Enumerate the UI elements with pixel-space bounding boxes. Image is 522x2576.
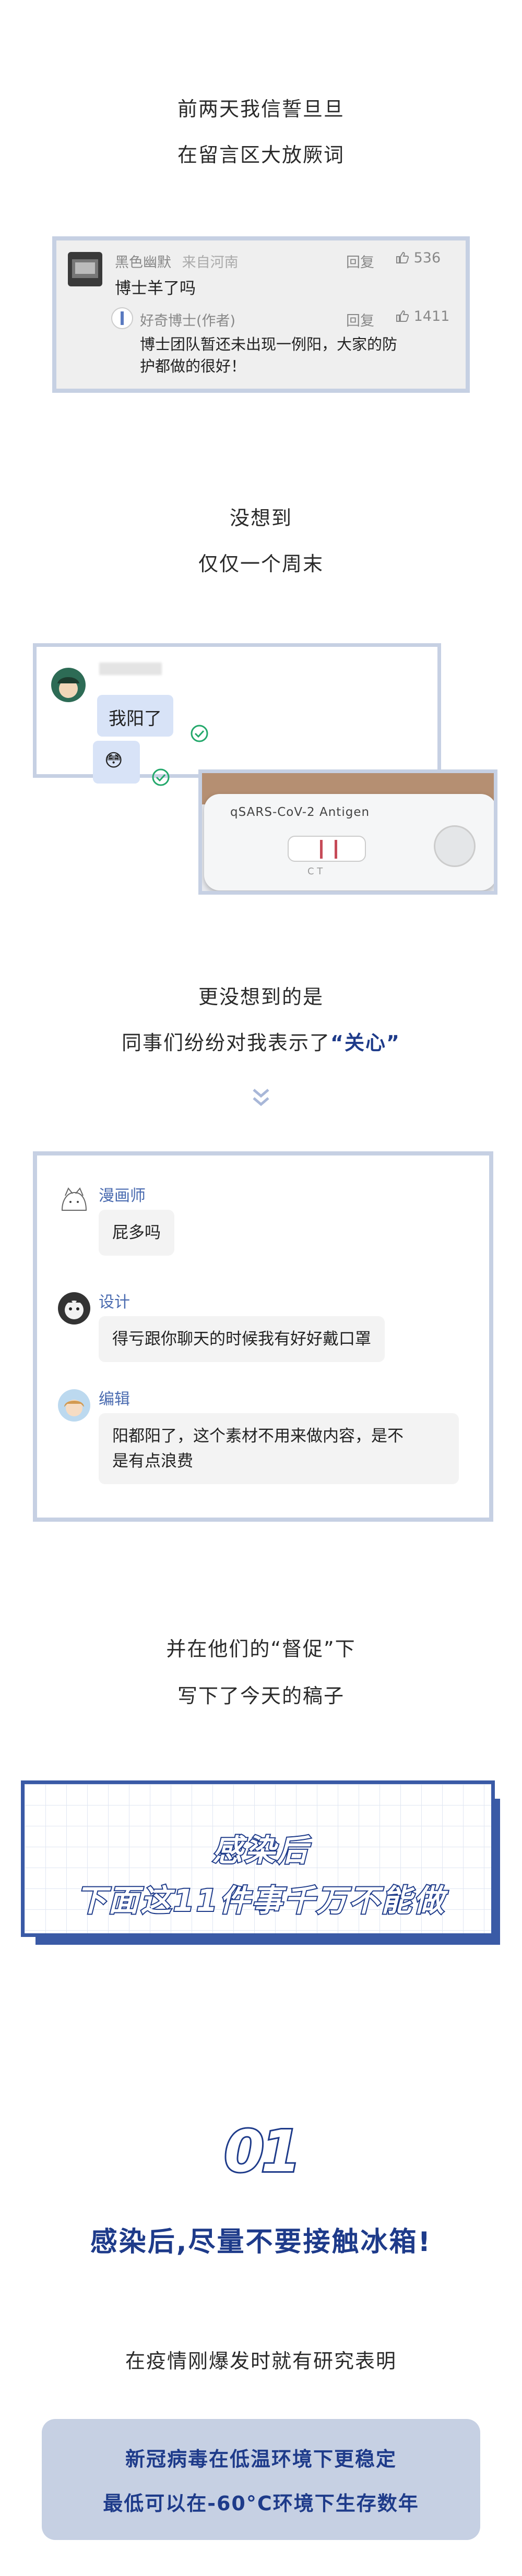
test-marks: C T: [307, 866, 323, 877]
mid1-line-2: 仅仅一个周末: [198, 552, 324, 575]
emoji-bubble: 😳: [93, 741, 140, 784]
member-name-3: 编辑: [99, 1390, 130, 1409]
mid2-line-1: 更没想到的是: [198, 985, 324, 1008]
section-title: 感染后,尽量不要接触冰箱!: [90, 2226, 432, 2258]
chevron-down-icon: [252, 1088, 270, 1109]
message-1: 屁多吗: [99, 1210, 174, 1256]
reply-like-count: 1411: [413, 308, 450, 324]
thumbs-up-icon: [396, 310, 409, 322]
banner-line-1: 感染后: [211, 1832, 310, 1869]
blurred-name: [99, 663, 162, 675]
reply-username: 好奇博士(作者): [140, 313, 236, 329]
mid2-highlight: “关心”: [330, 1031, 400, 1054]
like-button[interactable]: 536: [396, 250, 441, 266]
girl-avatar: [58, 1389, 90, 1422]
intro-line-2: 在留言区大放厥词: [177, 143, 345, 166]
intro-line-1: 前两天我信誓旦旦: [177, 98, 345, 121]
test-label: qSARS-CoV-2 Antigen: [230, 805, 370, 819]
thumbs-up-icon: [396, 251, 409, 263]
reply-text-line-1: 博士团队暂还未出现一例阳，大家的防: [140, 335, 398, 353]
section-lead: 在疫情刚爆发时就有研究表明: [125, 2350, 397, 2373]
highlight-note-box: [42, 2419, 480, 2540]
cat-avatar: [58, 1184, 90, 1217]
author-avatar: [111, 307, 133, 329]
reply-like-button[interactable]: 1411: [396, 308, 449, 324]
user-avatar: [68, 252, 102, 286]
note-line-2: 最低可以在-60°C环境下生存数年: [103, 2492, 419, 2515]
cat-avatar: [58, 1292, 90, 1325]
mid2-line-2: 同事们纷纷对我表示了“关心”: [0, 1027, 522, 1055]
note-line-1: 新冠病毒在低温环境下更稳定: [125, 2448, 397, 2471]
message-3: 阳都阳了，这个素材不用来做内容，是不 是有点浪费: [99, 1413, 459, 1485]
member-name-1: 漫画师: [99, 1187, 146, 1205]
mid2-prefix: 同事们纷纷对我表示了: [122, 1031, 331, 1054]
check-icon: [190, 724, 209, 743]
reply-button[interactable]: 回复: [346, 251, 374, 271]
mid3-line-2: 写下了今天的稿子: [177, 1684, 345, 1707]
message-3-line-2: 是有点浪费: [112, 1452, 193, 1471]
message-bubble: 我阳了: [97, 695, 173, 737]
comment-text: 博士羊了吗: [115, 279, 196, 298]
like-count: 536: [413, 250, 441, 266]
mid1-line-1: 没想到: [229, 507, 292, 529]
banner-line-2: 下面这11件事千万不能做: [75, 1882, 446, 1919]
group-chat-screenshot: 漫画师 屁多吗 设计 得亏跟你聊天的时候我有好好戴口罩 编辑 阳都阳了，这个素材…: [33, 1151, 493, 1522]
mid3-line-1: 并在他们的“督促”下: [166, 1638, 356, 1660]
member-name-2: 设计: [99, 1293, 130, 1311]
avatar: [51, 668, 86, 702]
test-cassette: qSARS-CoV-2 Antigen C T: [204, 794, 494, 890]
comment-screenshot: 黑色幽默 来自河南 回复 536 博士羊了吗 好奇博士(作者) 回复 1411 …: [52, 236, 470, 393]
message-3-line-1: 阳都阳了，这个素材不用来做内容，是不: [112, 1427, 404, 1446]
section-number: 01: [222, 2116, 302, 2186]
reply-reply-button[interactable]: 回复: [346, 309, 374, 330]
comment-username: 黑色幽默: [115, 255, 171, 271]
comment-location: 来自河南: [182, 255, 239, 271]
check-icon: [151, 768, 170, 787]
antigen-test-photo: qSARS-CoV-2 Antigen C T: [198, 769, 497, 895]
message-2: 得亏跟你聊天的时候我有好好戴口罩: [99, 1316, 385, 1363]
reply-text-line-2: 护都做的很好！: [140, 357, 246, 376]
reply-text: 博士团队暂还未出现一例阳，大家的防 护都做的很好！: [140, 333, 397, 377]
